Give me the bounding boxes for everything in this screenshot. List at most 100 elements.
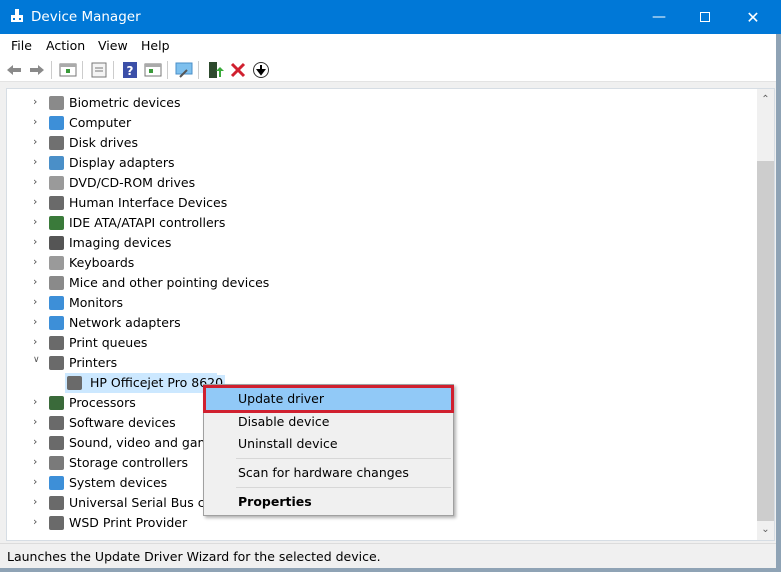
chevron-right-icon[interactable]: › bbox=[33, 275, 43, 288]
menu-item-scan-hardware[interactable]: Scan for hardware changes bbox=[206, 462, 451, 484]
menu-item-update-driver[interactable]: Update driver bbox=[203, 385, 454, 413]
maximize-button[interactable] bbox=[682, 0, 728, 34]
tree-item-label: Monitors bbox=[69, 295, 124, 310]
tree-item-label: Biometric devices bbox=[69, 95, 181, 110]
usb-icon bbox=[49, 496, 64, 510]
tree-item[interactable]: › Human Interface Devices bbox=[7, 193, 747, 213]
tree-item[interactable]: › Mice and other pointing devices bbox=[7, 273, 747, 293]
chevron-right-icon[interactable]: › bbox=[33, 95, 43, 108]
chevron-right-icon[interactable]: › bbox=[33, 395, 43, 408]
chevron-right-icon[interactable]: › bbox=[33, 315, 43, 328]
tree-item[interactable]: › Display adapters bbox=[7, 153, 747, 173]
properties-icon[interactable] bbox=[90, 61, 108, 79]
hid-icon bbox=[49, 196, 64, 210]
tree-item[interactable]: › Biometric devices bbox=[7, 93, 747, 113]
title-bar: Device Manager — ✕ bbox=[0, 0, 781, 34]
menu-view[interactable]: View bbox=[98, 38, 128, 53]
menu-file[interactable]: File bbox=[11, 38, 32, 53]
chevron-right-icon[interactable]: › bbox=[33, 455, 43, 468]
tree-item-label: System devices bbox=[69, 475, 168, 490]
toolbar: ? bbox=[0, 58, 776, 82]
chevron-right-icon[interactable]: › bbox=[33, 515, 43, 528]
forward-icon[interactable] bbox=[28, 61, 46, 79]
menu-action[interactable]: Action bbox=[46, 38, 85, 53]
tree-item-label: IDE ATA/ATAPI controllers bbox=[69, 215, 226, 230]
tree-item[interactable]: › DVD/CD-ROM drives bbox=[7, 173, 747, 193]
back-icon[interactable] bbox=[5, 61, 23, 79]
update-driver-icon[interactable] bbox=[206, 61, 224, 79]
tree-item-label: Print queues bbox=[69, 335, 148, 350]
tree-item-label: Processors bbox=[69, 395, 136, 410]
camera-icon bbox=[49, 236, 64, 250]
toolbar-separator bbox=[167, 61, 168, 79]
ide-controller-icon bbox=[49, 216, 64, 230]
chevron-right-icon[interactable]: › bbox=[33, 415, 43, 428]
menu-help[interactable]: Help bbox=[141, 38, 170, 53]
monitor-icon bbox=[49, 296, 64, 310]
chevron-right-icon[interactable]: › bbox=[33, 175, 43, 188]
tree-item[interactable]: › Monitors bbox=[7, 293, 747, 313]
dvd-icon bbox=[49, 176, 64, 190]
menu-separator bbox=[236, 487, 451, 488]
scrollbar-thumb[interactable] bbox=[757, 161, 774, 521]
chevron-right-icon[interactable]: › bbox=[33, 155, 43, 168]
status-bar: Launches the Update Driver Wizard for th… bbox=[0, 543, 776, 568]
uninstall-icon[interactable] bbox=[229, 61, 247, 79]
scroll-down-icon[interactable]: ⌄ bbox=[757, 521, 774, 538]
tree-item[interactable]: › WSD Print Provider bbox=[7, 513, 747, 533]
tree-item-label: Keyboards bbox=[69, 255, 135, 270]
minimize-icon: — bbox=[652, 9, 666, 25]
chevron-down-icon[interactable]: ∨ bbox=[33, 355, 43, 365]
disable-icon[interactable] bbox=[252, 61, 270, 79]
software-device-icon bbox=[49, 416, 64, 430]
vertical-scrollbar[interactable]: ⌃ ⌄ bbox=[757, 89, 774, 540]
menu-bar: File Action View Help bbox=[0, 34, 776, 58]
chevron-right-icon[interactable]: › bbox=[33, 435, 43, 448]
print-queue-icon bbox=[49, 336, 64, 350]
tree-item[interactable]: › Keyboards bbox=[7, 253, 747, 273]
chevron-right-icon[interactable]: › bbox=[33, 335, 43, 348]
menu-item-disable-device[interactable]: Disable device bbox=[206, 411, 451, 433]
tree-item[interactable]: › Print queues bbox=[7, 333, 747, 353]
chevron-right-icon[interactable]: › bbox=[33, 135, 43, 148]
tree-item[interactable]: ∨ Printers bbox=[7, 353, 747, 373]
chevron-right-icon[interactable]: › bbox=[33, 235, 43, 248]
help-icon[interactable]: ? bbox=[121, 61, 139, 79]
tree-item-label: Human Interface Devices bbox=[69, 195, 228, 210]
tree-item[interactable]: › Network adapters bbox=[7, 313, 747, 333]
chevron-right-icon[interactable]: › bbox=[33, 195, 43, 208]
tree-item[interactable]: › Computer bbox=[7, 113, 747, 133]
toolbar-separator bbox=[113, 61, 114, 79]
tree-item[interactable]: › Imaging devices bbox=[7, 233, 747, 253]
scroll-up-icon[interactable]: ⌃ bbox=[757, 91, 774, 108]
menu-item-properties[interactable]: Properties bbox=[206, 491, 451, 513]
tree-item-label: Storage controllers bbox=[69, 455, 189, 470]
tree-item[interactable]: › Disk drives bbox=[7, 133, 747, 153]
menu-separator bbox=[236, 458, 451, 459]
chevron-right-icon[interactable]: › bbox=[33, 295, 43, 308]
system-device-icon bbox=[49, 476, 64, 490]
tree-item-label: Display adapters bbox=[69, 155, 175, 170]
chevron-right-icon[interactable]: › bbox=[33, 495, 43, 508]
close-button[interactable]: ✕ bbox=[730, 0, 776, 34]
minimize-button[interactable]: — bbox=[636, 0, 682, 34]
toolbar-separator bbox=[198, 61, 199, 79]
tree-item-label: Computer bbox=[69, 115, 132, 130]
action-pane-icon[interactable] bbox=[144, 61, 162, 79]
printer-icon bbox=[49, 356, 64, 370]
chevron-right-icon[interactable]: › bbox=[33, 215, 43, 228]
chevron-right-icon[interactable]: › bbox=[33, 115, 43, 128]
tree-item[interactable]: › IDE ATA/ATAPI controllers bbox=[7, 213, 747, 233]
show-hide-console-tree-icon[interactable] bbox=[59, 61, 77, 79]
chevron-right-icon[interactable]: › bbox=[33, 255, 43, 268]
processor-icon bbox=[49, 396, 64, 410]
menu-item-label: Uninstall device bbox=[238, 436, 338, 451]
device-manager-icon bbox=[11, 9, 23, 22]
window-title: Device Manager bbox=[31, 9, 141, 25]
printer-icon bbox=[67, 376, 82, 390]
menu-item-uninstall-device[interactable]: Uninstall device bbox=[206, 433, 451, 455]
tree-item-label: Printers bbox=[69, 355, 118, 370]
scan-hardware-icon[interactable] bbox=[175, 61, 193, 79]
tree-item-label: Imaging devices bbox=[69, 235, 172, 250]
chevron-right-icon[interactable]: › bbox=[33, 475, 43, 488]
